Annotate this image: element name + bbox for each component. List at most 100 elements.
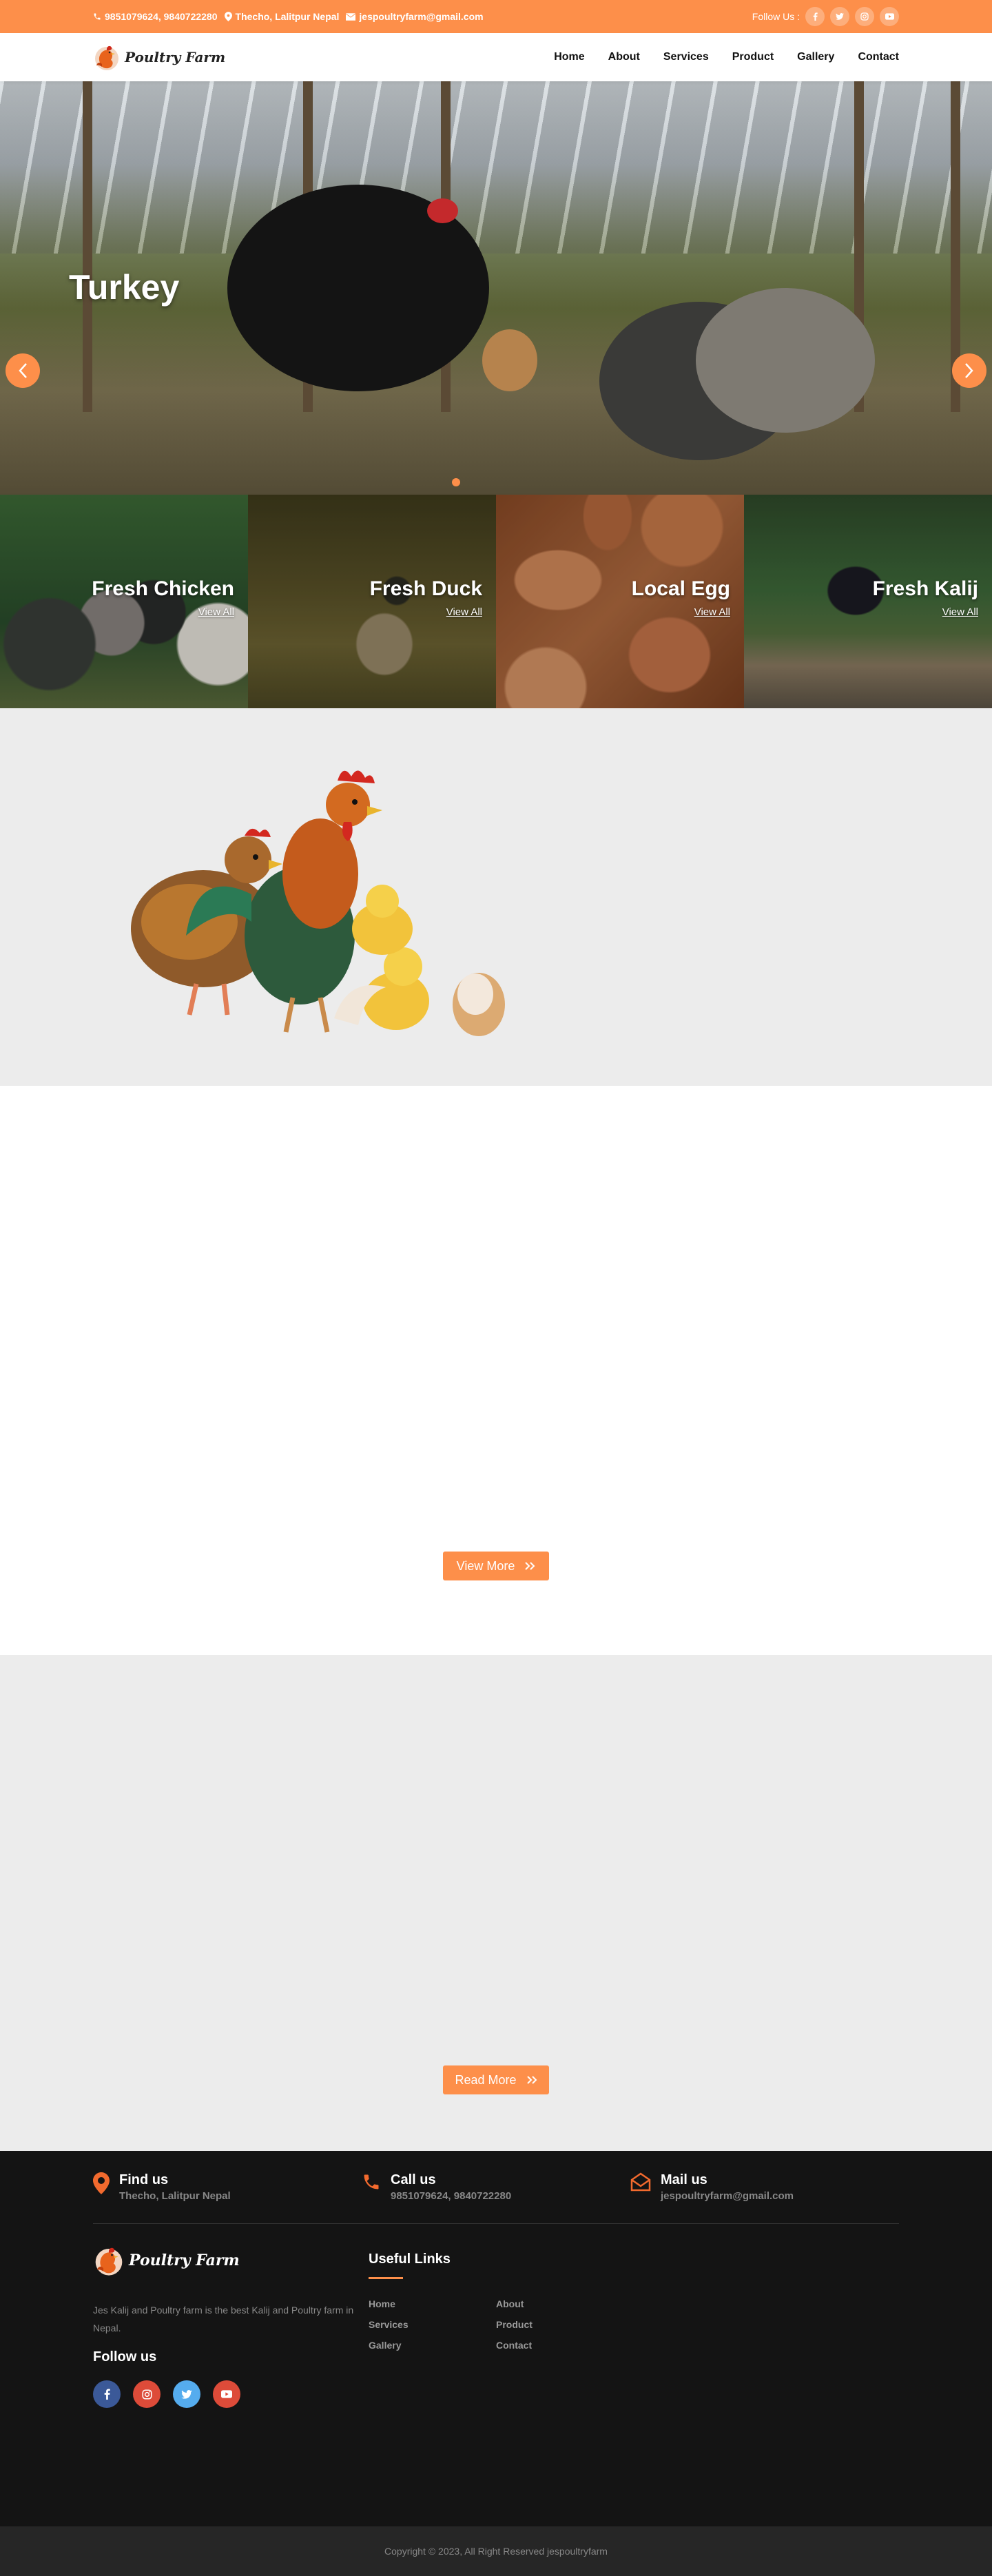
footer-links-title: Useful Links [369, 2252, 451, 2267]
footer-description: Jes Kalij and Poultry farm is the best K… [93, 2305, 354, 2333]
top-socials: Follow Us : [752, 7, 899, 26]
products-section: View More [0, 1086, 992, 1655]
hero-background-roof [0, 81, 992, 254]
hero-background-post [83, 81, 92, 412]
category-view-all-link[interactable]: View All [198, 606, 234, 618]
footer-links-column: Useful Links Home About Services Product… [369, 2243, 644, 2408]
nav-contact[interactable]: Contact [858, 51, 899, 63]
footer-links-grid: Home About Services Product Gallery Cont… [369, 2298, 644, 2351]
top-phone-text: 9851079624, 9840722280 [105, 11, 218, 22]
hero-next-button[interactable] [952, 353, 986, 388]
facebook-icon [104, 2389, 110, 2400]
footer-logo-text: Poultry Farm [129, 2252, 240, 2269]
gallery-section: Read More [0, 1655, 992, 2151]
footer-links-underline [369, 2277, 403, 2279]
footer-facebook-link[interactable] [93, 2380, 121, 2408]
instagram-icon [860, 12, 869, 21]
copyright-text: Copyright © 2023, All Right Reserved jes… [384, 2546, 608, 2557]
envelope-icon [346, 12, 356, 21]
footer-find-us-title: Find us [119, 2172, 169, 2187]
category-view-all-link[interactable]: View All [942, 606, 978, 618]
site-footer: Find us Thecho, Lalitpur Nepal Call us 9… [0, 2151, 992, 2526]
category-card-kalij[interactable]: Fresh Kalij View All [744, 495, 992, 708]
facebook-icon [813, 12, 818, 21]
footer-link-services[interactable]: Services [369, 2319, 496, 2330]
hero-title: Turkey [69, 268, 180, 307]
top-address-text: Thecho, Lalitpur Nepal [235, 11, 340, 22]
footer-mail-us: Mail us jespoultryfarm@gmail.com [630, 2172, 899, 2202]
phone-icon [364, 2174, 379, 2189]
youtube-icon [885, 13, 894, 20]
top-email-text: jespoultryfarm@gmail.com [359, 11, 484, 22]
twitter-icon [181, 2389, 192, 2399]
rooster-logo-icon [95, 45, 118, 70]
footer-link-contact[interactable]: Contact [496, 2340, 623, 2351]
nav-menu: Home About Services Product Gallery Cont… [554, 51, 899, 63]
footer-link-gallery[interactable]: Gallery [369, 2340, 496, 2351]
top-twitter-link[interactable] [830, 7, 849, 26]
category-view-all-link[interactable]: View All [446, 606, 482, 618]
footer-link-product[interactable]: Product [496, 2319, 623, 2330]
hero-slide-indicator[interactable] [452, 478, 460, 486]
twitter-icon [836, 13, 844, 20]
youtube-icon [221, 2390, 232, 2398]
footer-follow-title: Follow us [93, 2349, 157, 2364]
category-strip: Fresh Chicken View All Fresh Duck View A… [0, 495, 992, 708]
nav-product[interactable]: Product [732, 51, 774, 63]
follow-label: Follow Us : [752, 11, 800, 22]
category-overlay [496, 495, 744, 708]
category-title: Fresh Duck [369, 577, 482, 600]
view-more-label: View More [456, 1558, 515, 1573]
top-bar: 9851079624, 9840722280 Thecho, Lalitpur … [0, 0, 992, 33]
top-instagram-link[interactable] [855, 7, 874, 26]
top-facebook-link[interactable] [805, 7, 825, 26]
top-address: Thecho, Lalitpur Nepal [224, 11, 340, 22]
footer-twitter-link[interactable] [173, 2380, 200, 2408]
hero-prev-button[interactable] [6, 353, 40, 388]
map-pin-icon [93, 2172, 110, 2194]
hero-hen-image [482, 329, 537, 391]
category-card-chicken[interactable]: Fresh Chicken View All [0, 495, 248, 708]
chevron-left-icon [19, 363, 27, 378]
top-contact-info: 9851079624, 9840722280 Thecho, Lalitpur … [93, 11, 484, 22]
category-overlay [0, 495, 248, 708]
footer-socials [93, 2380, 369, 2408]
nav-services[interactable]: Services [663, 51, 709, 63]
footer-contact-row: Find us Thecho, Lalitpur Nepal Call us 9… [93, 2151, 899, 2224]
footer-call-us-value[interactable]: 9851079624, 9840722280 [391, 2190, 511, 2202]
category-view-all-link[interactable]: View All [694, 606, 730, 618]
hero-turkey-head [427, 198, 458, 223]
footer-link-home[interactable]: Home [369, 2298, 496, 2309]
read-more-label: Read More [455, 2072, 517, 2087]
top-youtube-link[interactable] [880, 7, 899, 26]
category-card-egg[interactable]: Local Egg View All [496, 495, 744, 708]
chevron-right-icon [965, 363, 973, 378]
footer-mail-us-value[interactable]: jespoultryfarm@gmail.com [661, 2190, 794, 2202]
hero-slider: Turkey [0, 81, 992, 495]
envelope-open-icon [630, 2172, 651, 2192]
about-section [0, 708, 992, 1086]
site-logo[interactable]: Poultry Farm [93, 42, 225, 72]
footer-find-us: Find us Thecho, Lalitpur Nepal [93, 2172, 362, 2202]
main-navbar: Poultry Farm Home About Services Product… [0, 33, 992, 81]
footer-instagram-link[interactable] [133, 2380, 161, 2408]
top-phone[interactable]: 9851079624, 9840722280 [93, 11, 218, 22]
footer-youtube-link[interactable] [213, 2380, 240, 2408]
footer-link-about[interactable]: About [496, 2298, 623, 2309]
footer-call-us-title: Call us [391, 2172, 436, 2187]
view-more-button[interactable]: View More [443, 1552, 549, 1580]
logo-text: Poultry Farm [125, 49, 226, 65]
chicken-family-illustration [131, 770, 505, 1036]
top-email[interactable]: jespoultryfarm@gmail.com [346, 11, 484, 22]
nav-home[interactable]: Home [554, 51, 584, 63]
category-overlay [248, 495, 496, 708]
rooster-logo-icon [95, 2247, 123, 2276]
category-overlay [744, 495, 992, 708]
footer-about-column: Poultry Farm Jes Kalij and Poultry farm … [93, 2243, 369, 2408]
nav-about[interactable]: About [608, 51, 640, 63]
read-more-button[interactable]: Read More [443, 2065, 549, 2094]
footer-logo[interactable]: Poultry Farm [93, 2243, 369, 2278]
footer-call-us: Call us 9851079624, 9840722280 [362, 2172, 630, 2202]
nav-gallery[interactable]: Gallery [797, 51, 834, 63]
category-card-duck[interactable]: Fresh Duck View All [248, 495, 496, 708]
